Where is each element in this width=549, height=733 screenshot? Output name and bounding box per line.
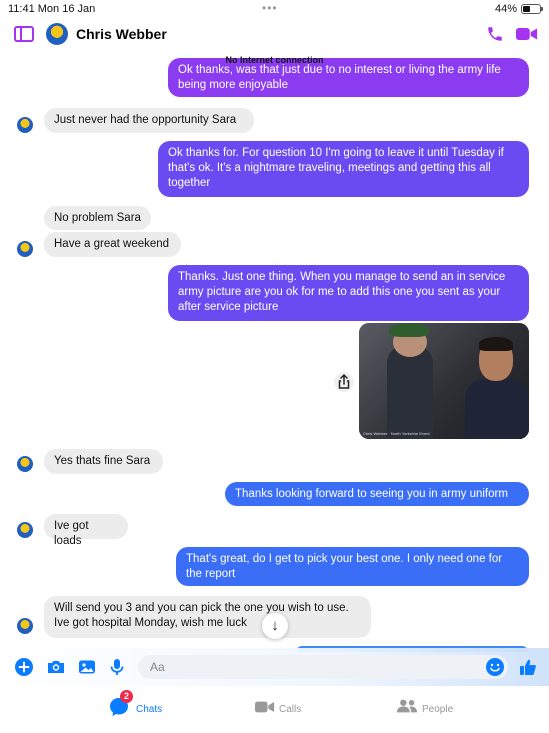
thumbs-up-icon[interactable] bbox=[518, 657, 538, 677]
status-time: 11:41 Mon 16 Jan bbox=[8, 3, 96, 15]
no-internet-banner: No Internet connection bbox=[225, 55, 324, 65]
tab-label: Calls bbox=[279, 704, 302, 715]
tab-calls[interactable]: Calls bbox=[255, 694, 325, 722]
people-icon bbox=[396, 699, 418, 713]
photo-attachment[interactable]: Chris Webber · North Yorkshire Event bbox=[359, 323, 529, 439]
photo-person-right bbox=[465, 379, 529, 439]
share-icon bbox=[338, 374, 350, 389]
emoji-icon[interactable] bbox=[485, 657, 505, 677]
photo-person-left bbox=[387, 345, 433, 439]
arrow-down-icon: ↓ bbox=[271, 617, 279, 634]
battery-percent: 44% bbox=[494, 3, 517, 15]
tab-label: Chats bbox=[136, 704, 163, 715]
message-bubble-outgoing[interactable]: Thanks looking forward to seeing you in … bbox=[225, 482, 529, 506]
contact-avatar[interactable] bbox=[17, 117, 33, 133]
chat-header: Chris Webber bbox=[0, 18, 549, 52]
photo-caption: Chris Webber · North Yorkshire Event bbox=[363, 431, 430, 436]
video-call-icon[interactable] bbox=[516, 27, 538, 41]
contact-avatar[interactable] bbox=[46, 23, 68, 45]
sidebar-toggle-icon[interactable] bbox=[14, 26, 34, 42]
message-bubble-incoming[interactable]: Just never had the opportunity Sara bbox=[44, 108, 254, 133]
video-camera-icon bbox=[255, 701, 275, 713]
photo-gallery-icon[interactable] bbox=[77, 657, 97, 677]
message-bubble-incoming[interactable]: Will send you 3 and you can pick the one… bbox=[44, 596, 371, 638]
tab-people[interactable]: People bbox=[396, 694, 476, 722]
photo-beret bbox=[389, 323, 429, 337]
scroll-to-bottom-button[interactable]: ↓ bbox=[262, 613, 288, 639]
contact-avatar[interactable] bbox=[17, 456, 33, 472]
message-bubble-outgoing[interactable]: That's great, do I get to pick your best… bbox=[176, 547, 529, 586]
battery-icon bbox=[521, 4, 543, 14]
contact-avatar[interactable] bbox=[17, 522, 33, 538]
contact-avatar[interactable] bbox=[17, 618, 33, 634]
share-button[interactable] bbox=[334, 372, 354, 392]
phone-call-icon[interactable] bbox=[486, 25, 504, 43]
tab-bar: 2 Chats Calls People bbox=[0, 688, 549, 733]
contact-avatar[interactable] bbox=[17, 241, 33, 257]
microphone-icon[interactable] bbox=[107, 657, 127, 677]
message-bubble-incoming[interactable]: No problem Sara bbox=[44, 206, 151, 230]
message-bubble-outgoing[interactable]: Thanks. Just one thing. When you manage … bbox=[168, 265, 529, 321]
tab-label: People bbox=[422, 704, 454, 715]
unread-badge: 2 bbox=[120, 690, 133, 703]
contact-name[interactable]: Chris Webber bbox=[76, 26, 167, 42]
message-bubble-incoming[interactable]: Ive got loads bbox=[44, 514, 128, 547]
message-input-field[interactable] bbox=[138, 655, 508, 679]
message-input[interactable] bbox=[138, 655, 508, 679]
camera-icon[interactable] bbox=[46, 657, 66, 677]
multitasking-dots[interactable]: ••• bbox=[262, 1, 278, 15]
plus-icon[interactable] bbox=[14, 657, 34, 677]
message-bubble-outgoing[interactable]: Ok thanks for. For question 10 I'm going… bbox=[158, 141, 529, 197]
status-bar: 11:41 Mon 16 Jan ••• 44% bbox=[0, 0, 549, 18]
photo-person-right-hair bbox=[479, 337, 513, 351]
message-bubble-incoming[interactable]: Yes thats fine Sara bbox=[44, 449, 163, 474]
message-bubble-incoming[interactable]: Have a great weekend bbox=[44, 232, 181, 257]
composer-bar bbox=[0, 648, 549, 686]
tab-chats[interactable]: 2 Chats bbox=[108, 690, 178, 722]
